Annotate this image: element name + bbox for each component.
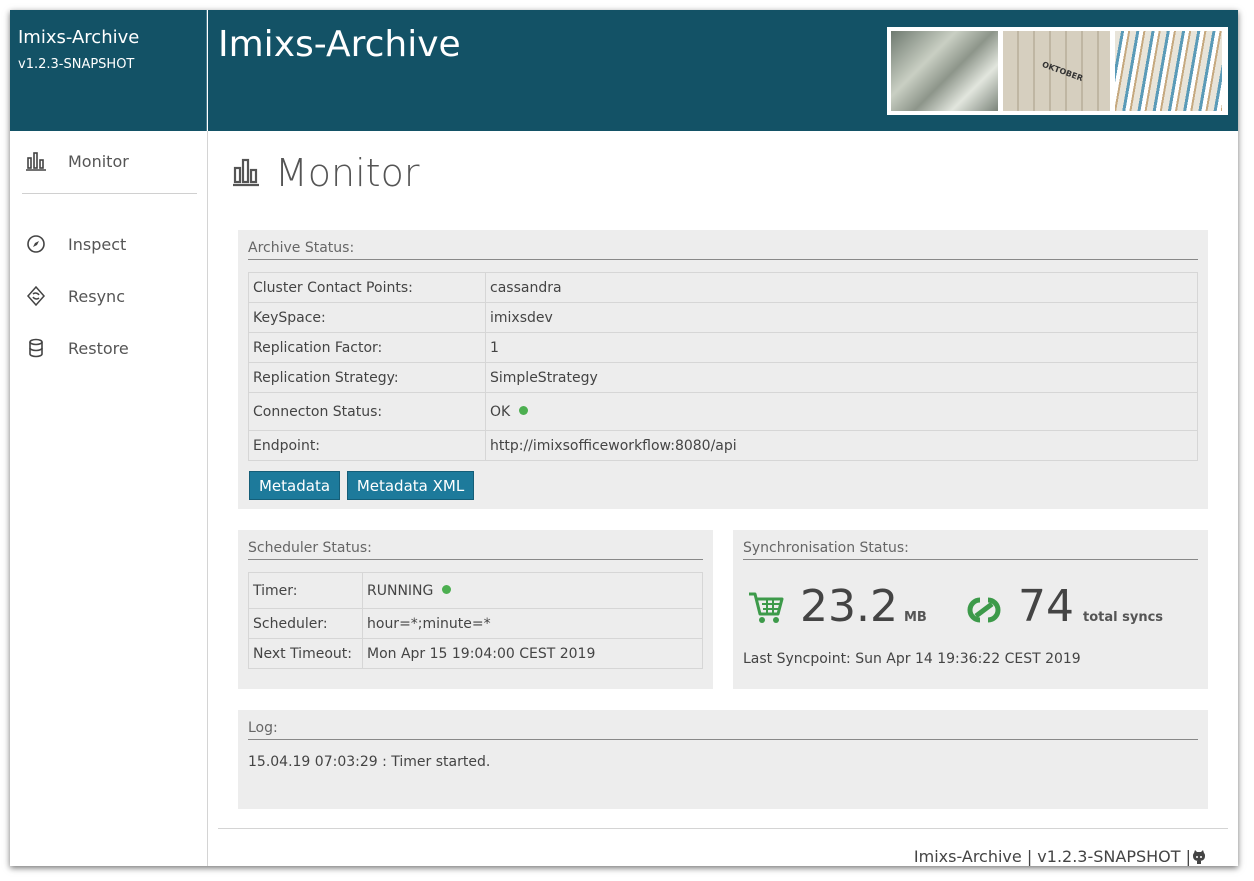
data-size-unit: MB xyxy=(904,610,927,625)
status-running-dot xyxy=(442,584,452,594)
table-row: Replication Strategy: SimpleStrategy xyxy=(248,362,1198,393)
sync-count-value: 74 xyxy=(1018,581,1074,632)
row-key: Replication Factor: xyxy=(248,332,486,363)
sidebar: Monitor Inspect Resync Restore xyxy=(10,131,208,866)
sidebar-divider xyxy=(22,193,197,194)
archive-status-panel: Archive Status: Cluster Contact Points: … xyxy=(238,230,1208,509)
row-value: RUNNING xyxy=(367,582,434,599)
main-content: Monitor Archive Status: Cluster Contact … xyxy=(208,131,1238,866)
row-key: Endpoint: xyxy=(248,430,486,461)
sidebar-item-label: Restore xyxy=(68,338,129,358)
row-key: Replication Strategy: xyxy=(248,362,486,393)
footer-text: Imixs-Archive | v1.2.3-SNAPSHOT | xyxy=(913,847,1191,866)
scheduler-status-table: Timer: RUNNING Scheduler: hour=*;minute=… xyxy=(248,572,703,669)
compass-icon xyxy=(27,235,45,253)
log-entry: 15.04.19 07:03:29 : Timer started. xyxy=(248,754,491,770)
row-value: SimpleStrategy xyxy=(485,362,1198,393)
sidebar-item-restore[interactable]: Restore xyxy=(10,328,207,368)
row-key: Next Timeout: xyxy=(248,638,363,669)
sidebar-item-label: Monitor xyxy=(68,151,129,171)
panel-title: Scheduler Status: xyxy=(248,540,372,556)
row-value: Mon Apr 15 19:04:00 CEST 2019 xyxy=(362,638,703,669)
timer-status-cell: RUNNING xyxy=(362,572,703,609)
table-row: Endpoint: http://imixsofficeworkflow:808… xyxy=(248,430,1198,461)
app-name: Imixs-Archive xyxy=(18,27,140,48)
row-value: http://imixsofficeworkflow:8080/api xyxy=(485,430,1198,461)
panel-divider xyxy=(248,739,1198,740)
sync-link-icon xyxy=(967,597,1001,623)
bar-chart-icon xyxy=(233,158,259,187)
row-key: Cluster Contact Points: xyxy=(248,272,486,303)
app-window: Imixs-Archive v1.2.3-SNAPSHOT Imixs-Arch… xyxy=(10,10,1238,866)
github-icon[interactable] xyxy=(1191,849,1207,865)
table-row: Cluster Contact Points: cassandra xyxy=(248,272,1198,303)
scheduler-status-panel: Scheduler Status: Timer: RUNNING Schedul… xyxy=(238,530,713,689)
shopping-cart-icon xyxy=(749,592,784,623)
footer-divider xyxy=(218,828,1228,829)
last-syncpoint: Last Syncpoint: Sun Apr 14 19:36:22 CEST… xyxy=(743,651,1081,667)
table-row: Timer: RUNNING xyxy=(248,572,703,609)
row-value: imixsdev xyxy=(485,302,1198,333)
bar-chart-icon xyxy=(26,152,46,171)
log-panel: Log: 15.04.19 07:03:29 : Timer started. xyxy=(238,710,1208,809)
sidebar-item-resync[interactable]: Resync xyxy=(10,276,207,316)
page-title: Monitor xyxy=(275,151,420,195)
table-row: Replication Factor: 1 xyxy=(248,332,1198,363)
panel-title: Archive Status: xyxy=(248,240,355,256)
panel-divider xyxy=(248,559,703,560)
files-photo xyxy=(1115,31,1222,111)
row-value: hour=*;minute=* xyxy=(362,608,703,639)
archive-status-table: Cluster Contact Points: cassandra KeySpa… xyxy=(248,272,1198,461)
calendar-photo: OKTOBER xyxy=(1003,31,1110,111)
row-value: 1 xyxy=(485,332,1198,363)
header-bar: Imixs-Archive OKTOBER xyxy=(208,10,1238,131)
header-photos: OKTOBER xyxy=(887,27,1228,115)
papers-photo xyxy=(891,31,998,111)
database-icon xyxy=(29,338,43,358)
table-row: Connecton Status: OK xyxy=(248,392,1198,431)
sync-icon xyxy=(26,285,46,307)
row-key: Timer: xyxy=(248,572,363,609)
row-value: OK xyxy=(490,403,511,420)
row-key: Connecton Status: xyxy=(248,392,486,431)
sidebar-item-label: Resync xyxy=(68,286,125,306)
data-size-value: 23.2 xyxy=(800,581,898,632)
panel-divider xyxy=(743,559,1198,560)
row-key: KeySpace: xyxy=(248,302,486,333)
metadata-button[interactable]: Metadata xyxy=(249,471,340,500)
sidebar-item-inspect[interactable]: Inspect xyxy=(10,224,207,264)
panel-divider xyxy=(248,259,1198,260)
app-version: v1.2.3-SNAPSHOT xyxy=(18,57,135,72)
table-row: Next Timeout: Mon Apr 15 19:04:00 CEST 2… xyxy=(248,638,703,669)
table-row: KeySpace: imixsdev xyxy=(248,302,1198,333)
sync-count-label: total syncs xyxy=(1083,610,1164,625)
calendar-photo-caption: OKTOBER xyxy=(1040,59,1085,84)
panel-title: Synchronisation Status: xyxy=(743,540,909,556)
row-key: Scheduler: xyxy=(248,608,363,639)
sidebar-item-monitor[interactable]: Monitor xyxy=(10,141,207,181)
brand-block: Imixs-Archive v1.2.3-SNAPSHOT xyxy=(10,10,207,131)
panel-title: Log: xyxy=(248,720,278,736)
sync-status-panel: Synchronisation Status: 23.2 MB 74 total… xyxy=(733,530,1208,689)
status-ok-dot xyxy=(519,405,529,415)
header-title: Imixs-Archive xyxy=(218,24,461,65)
table-row: Scheduler: hour=*;minute=* xyxy=(248,608,703,639)
connection-status-cell: OK xyxy=(485,392,1198,431)
metadata-xml-button[interactable]: Metadata XML xyxy=(347,471,474,500)
sidebar-item-label: Inspect xyxy=(68,234,127,254)
row-value: cassandra xyxy=(485,272,1198,303)
